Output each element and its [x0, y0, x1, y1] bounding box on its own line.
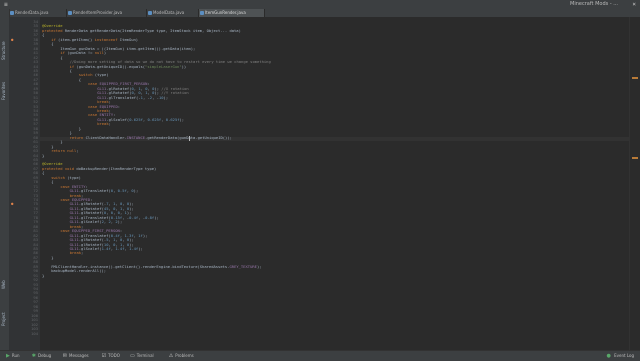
code-line: {: [42, 170, 45, 176]
code-line: switch (type): [78, 72, 109, 78]
line-number-gutter: ● ● 34 35 36 37 38 39 40 41 42 43 44 45 46 47 48 49 50 51…: [9, 17, 40, 350]
problems-icon: ⚠: [168, 353, 174, 359]
code-line: }: [42, 152, 45, 158]
tool-button-label: Run: [11, 353, 20, 358]
tool-button-terminal[interactable]: ▭ Terminal: [130, 352, 154, 360]
event-log-button[interactable]: ● Event Log: [606, 352, 634, 360]
java-file-icon: [148, 11, 152, 15]
tool-button-label: TODO: [108, 353, 120, 358]
todo-icon: ☑: [101, 353, 107, 359]
messages-icon: ✉: [62, 353, 67, 359]
event-log-icon: ●: [606, 353, 611, 359]
code-line: {: [60, 54, 63, 60]
window-close-icon[interactable]: ×: [632, 0, 636, 9]
code-editor[interactable]: @Override protected RenderData getRenderD…: [40, 17, 630, 350]
warning-marker[interactable]: [632, 77, 638, 79]
code-line: }: [78, 125, 82, 131]
window-title: Minecraft Mods - ...: [570, 1, 618, 7]
code-line: return ClientDataHandler.INSTANCE.getRen…: [69, 134, 232, 140]
code-line: break;: [69, 250, 84, 256]
tab-label: ModelData.java: [153, 10, 185, 15]
tab-label: RenderData.java: [15, 10, 49, 15]
code-line: {: [51, 41, 54, 47]
code-line: backupModel.renderAll();: [51, 268, 107, 274]
code-line: break;: [97, 121, 111, 127]
code-line: return null;: [51, 148, 79, 154]
code-line: }: [51, 254, 54, 260]
code-line: if (item.getItem() instanceof ItemGun): [51, 36, 139, 42]
java-file-icon: [10, 11, 14, 15]
tool-button-debug[interactable]: ✱ Debug: [32, 352, 51, 360]
debug-icon: ✱: [31, 353, 36, 359]
tool-button-label: Debug: [38, 353, 52, 358]
tab-modeldata[interactable]: ModelData.java: [147, 9, 199, 17]
tool-button-run[interactable]: ▶ Run: [6, 352, 20, 360]
java-file-icon: [68, 11, 72, 15]
tool-window-project[interactable]: Project: [1, 309, 8, 329]
code-line: }: [42, 272, 45, 278]
java-file-icon: [200, 11, 204, 15]
event-log-label: Event Log: [614, 353, 634, 358]
tab-renderitemprovider[interactable]: RenderItemProvider.java: [67, 9, 147, 17]
editor-tab-bar: RenderData.java RenderItemProvider.java …: [9, 9, 640, 17]
tool-button-messages[interactable]: ✉ Messages: [63, 352, 89, 360]
tab-itemgunrender[interactable]: ItemGunRender.java: [199, 9, 265, 17]
tab-label: ItemGunRender.java: [205, 10, 246, 15]
override-method-icon[interactable]: ●: [11, 202, 13, 206]
code-line: {: [42, 32, 45, 38]
run-icon: ▶: [6, 353, 10, 359]
tool-window-structure[interactable]: Structure: [1, 39, 8, 63]
window-menu-icon[interactable]: ≡: [4, 0, 8, 9]
tab-renderdata[interactable]: RenderData.java: [9, 9, 67, 17]
code-line: {: [51, 179, 54, 185]
code-line: protected void doBackupRender(ItemRender…: [42, 165, 157, 171]
tool-button-label: Messages: [69, 353, 89, 358]
code-line: protected RenderData getRenderData(ItemR…: [42, 27, 241, 33]
tab-label: RenderItemProvider.java: [73, 10, 123, 15]
warning-marker[interactable]: [632, 157, 638, 159]
line-number: 104: [31, 330, 38, 336]
code-line: if (gunData != null): [60, 50, 107, 56]
terminal-icon: ▭: [130, 353, 135, 359]
tool-button-label: Terminal: [136, 353, 154, 358]
override-method-icon[interactable]: ●: [11, 38, 13, 42]
code-line: if (gunData.getUniqueID().equals("simple…: [69, 63, 187, 69]
tool-window-favorites[interactable]: Favorites: [1, 79, 8, 103]
editor-scrollbar[interactable]: [629, 17, 640, 350]
code-line: }: [60, 139, 63, 145]
tool-button-todo[interactable]: ☑ TODO: [102, 352, 120, 360]
tool-button-problems[interactable]: ⚠ Problems: [169, 352, 194, 360]
code-line: {: [69, 67, 72, 73]
code-line: switch (type): [51, 174, 81, 180]
tool-button-label: Problems: [175, 353, 194, 358]
code-line: {: [78, 76, 82, 82]
tool-window-web[interactable]: Web: [1, 279, 8, 291]
bottom-tool-bar: ● Event Log ▶ Run ✱ Debug ✉ Messages ☑ TODO ▭ Ter…: [0, 350, 640, 361]
